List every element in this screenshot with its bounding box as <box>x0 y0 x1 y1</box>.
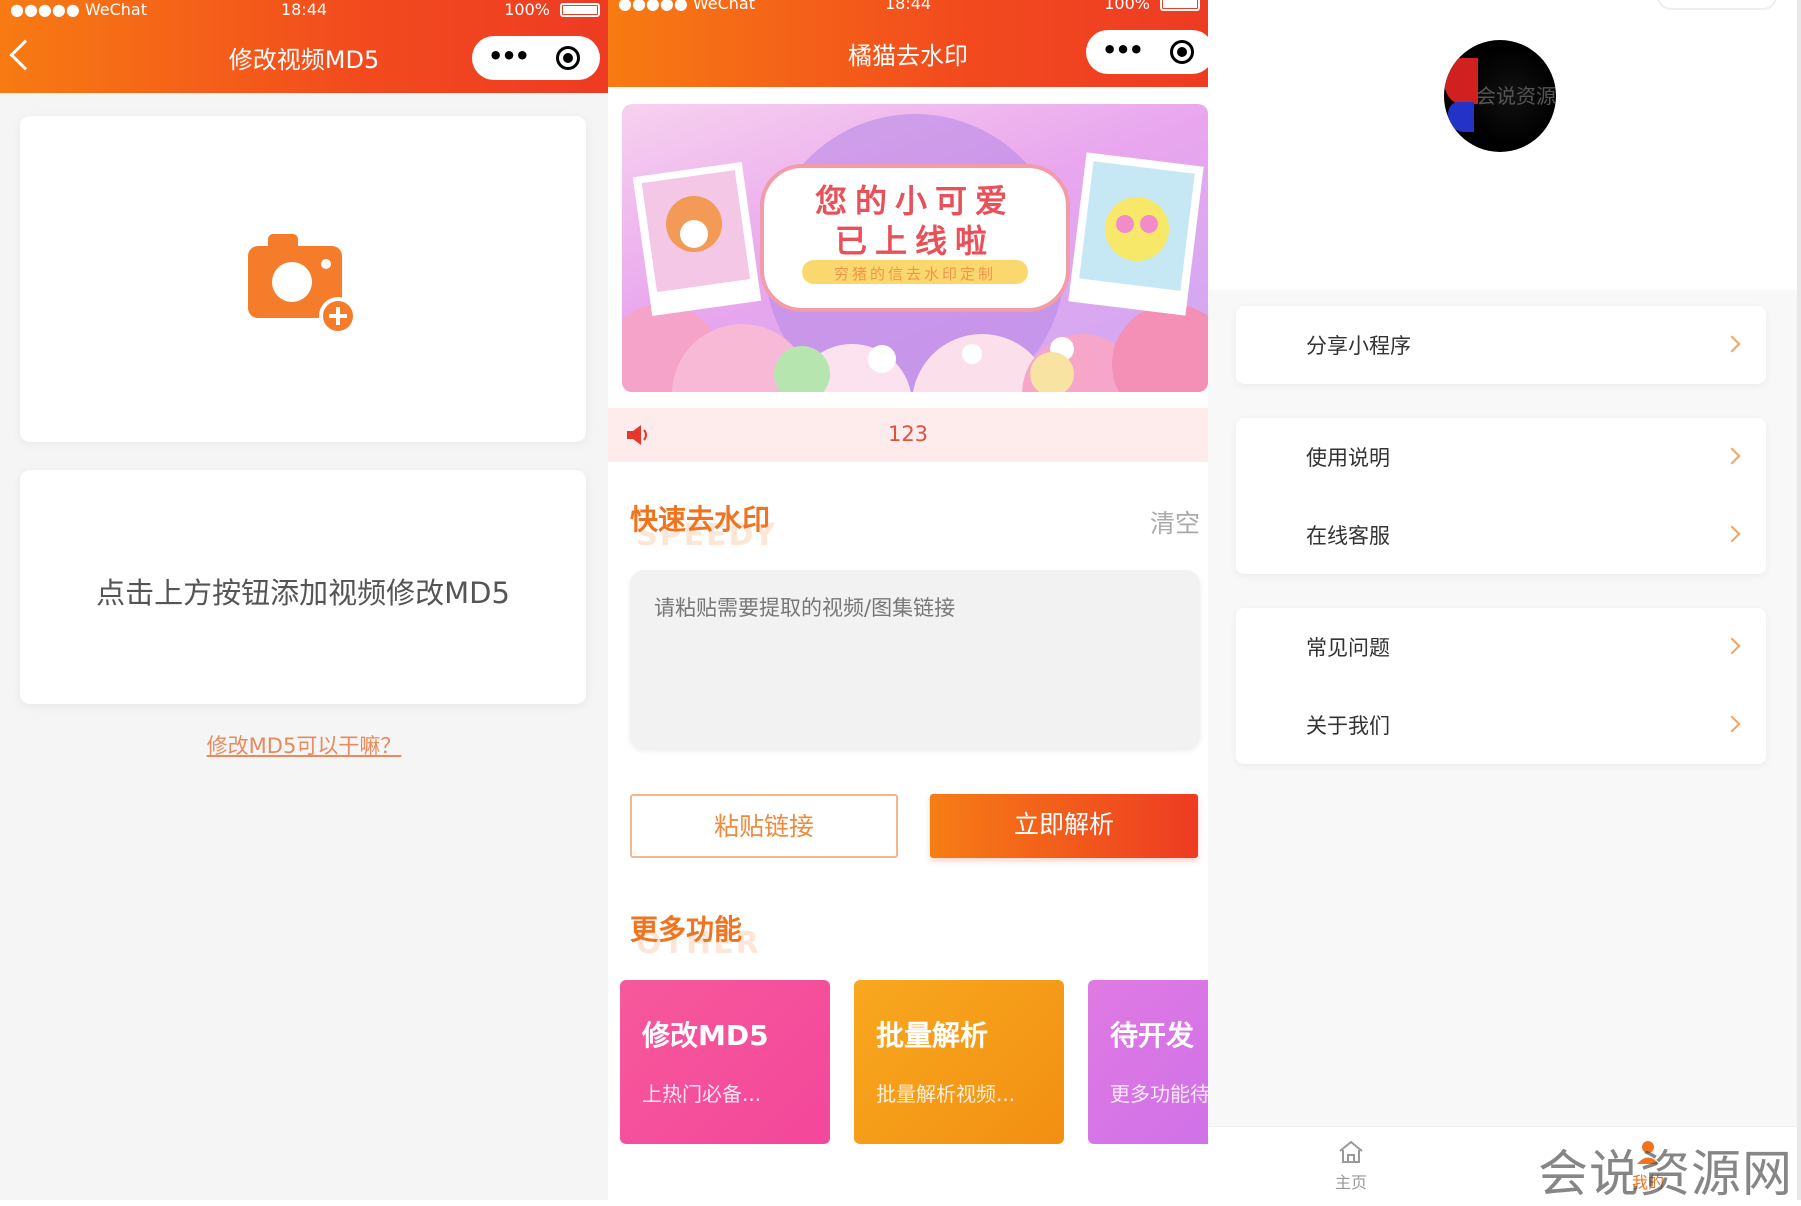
battery-icon <box>1160 0 1200 11</box>
chevron-right-icon <box>1723 335 1741 353</box>
notice-text: 123 <box>887 422 929 446</box>
carrier-label: ●●●●● WeChat <box>10 0 148 19</box>
carrier-label: ●●●●● WeChat <box>618 0 756 13</box>
profile-header: 会说资源网 <box>1208 0 1801 290</box>
nav-bar: ●●●●● WeChat 18:44 100% 修改视频MD5 ••• <box>0 0 608 93</box>
feature-card-batch[interactable]: 批量解析 批量解析视频... <box>854 980 1064 1144</box>
feature-subtitle: 更多功能待... <box>1110 1082 1208 1106</box>
feature-card-md5[interactable]: 修改MD5 上热门必备... <box>620 980 830 1144</box>
battery-percent: 100% <box>1104 0 1150 13</box>
menu-item-instructions[interactable]: 使用说明 <box>1236 418 1766 496</box>
top-pill-button[interactable] <box>1657 0 1777 10</box>
avatar[interactable]: 会说资源网 <box>1444 40 1556 152</box>
clear-button[interactable]: 清空 <box>1150 504 1200 540</box>
menu-item-share[interactable]: 分享小程序 <box>1236 306 1766 384</box>
menu-item-label: 关于我们 <box>1306 714 1390 738</box>
home-icon <box>1339 1140 1363 1163</box>
section-title-quick: 快速去水印 <box>630 503 771 536</box>
avatar-logo-text: 会说资源网 <box>1476 84 1556 108</box>
close-target-icon[interactable] <box>1170 40 1194 64</box>
menu-item-about-us[interactable]: 关于我们 <box>1236 686 1766 764</box>
feature-title: 待开发 <box>1110 1019 1195 1052</box>
site-watermark: 会说资源网 <box>1538 1145 1793 1203</box>
menu-card-share: 分享小程序 <box>1236 306 1766 384</box>
feature-subtitle: 上热门必备... <box>642 1082 762 1106</box>
parse-now-button[interactable]: 立即解析 <box>930 794 1198 858</box>
tab-home[interactable]: 主页 <box>1311 1139 1391 1193</box>
hint-text: 点击上方按钮添加视频修改MD5 <box>96 576 510 610</box>
more-dots-icon[interactable]: ••• <box>1102 38 1144 62</box>
menu-item-customer-service[interactable]: 在线客服 <box>1236 496 1766 574</box>
battery-percent: 100% <box>504 0 550 19</box>
status-bar: ●●●●● WeChat 18:44 100% <box>608 0 1208 16</box>
menu-item-label: 常见问题 <box>1306 636 1390 660</box>
menu-card-help: 使用说明 在线客服 <box>1236 418 1766 574</box>
chevron-right-icon <box>1723 637 1741 655</box>
md5-page: ●●●●● WeChat 18:44 100% 修改视频MD5 ••• 点击上方… <box>0 0 608 1200</box>
profile-page: 会说资源网 分享小程序 使用说明 在线客服 常见问题 关于我们 <box>1208 0 1801 1200</box>
chevron-right-icon <box>1723 525 1741 543</box>
banner-heading-line2: 已上线啦 <box>834 222 995 260</box>
feature-title: 批量解析 <box>876 1019 989 1052</box>
md5-help-link[interactable]: 修改MD5可以干嘛？ <box>0 730 608 760</box>
hint-card: 点击上方按钮添加视频修改MD5 <box>20 470 586 704</box>
close-target-icon[interactable] <box>556 46 580 70</box>
watermark-page: ●●●●● WeChat 18:44 100% 橘猫去水印 ••• 您的小可爱 … <box>608 0 1208 1200</box>
paste-link-button[interactable]: 粘贴链接 <box>630 794 898 858</box>
notice-bar: 123 <box>608 408 1208 462</box>
feature-subtitle: 批量解析视频... <box>876 1082 1016 1106</box>
clock: 18:44 <box>884 0 932 13</box>
nav-bar: ●●●●● WeChat 18:44 100% 橘猫去水印 ••• <box>608 0 1208 87</box>
menu-item-label: 使用说明 <box>1306 446 1390 470</box>
mini-program-capsule[interactable]: ••• <box>472 36 600 80</box>
menu-card-about: 常见问题 关于我们 <box>1236 608 1766 764</box>
feature-title: 修改MD5 <box>642 1019 769 1052</box>
menu-item-faq[interactable]: 常见问题 <box>1236 608 1766 686</box>
battery-icon <box>560 3 600 17</box>
chevron-right-icon <box>1723 715 1741 733</box>
more-dots-icon[interactable]: ••• <box>488 44 530 68</box>
promo-banner[interactable]: 您的小可爱 已上线啦 穷猪的信去水印定制 <box>622 104 1208 392</box>
clock: 18:44 <box>280 0 328 19</box>
menu-item-label: 分享小程序 <box>1306 334 1411 358</box>
banner-tagline: 穷猪的信去水印定制 <box>833 265 996 283</box>
menu-item-label: 在线客服 <box>1306 524 1390 548</box>
link-input[interactable] <box>630 570 1200 748</box>
feature-card-upcoming[interactable]: 待开发 更多功能待... <box>1088 980 1208 1144</box>
add-photo-camera-icon[interactable] <box>248 232 358 336</box>
section-title-more: 更多功能 <box>630 913 743 946</box>
status-bar: ●●●●● WeChat 18:44 100% <box>0 0 608 22</box>
chevron-right-icon <box>1723 447 1741 465</box>
tab-label: 主页 <box>1334 1173 1367 1192</box>
mini-program-capsule[interactable]: ••• <box>1086 30 1208 74</box>
scrollbar-edge[interactable] <box>1797 0 1801 1200</box>
video-upload-card[interactable] <box>20 116 586 442</box>
